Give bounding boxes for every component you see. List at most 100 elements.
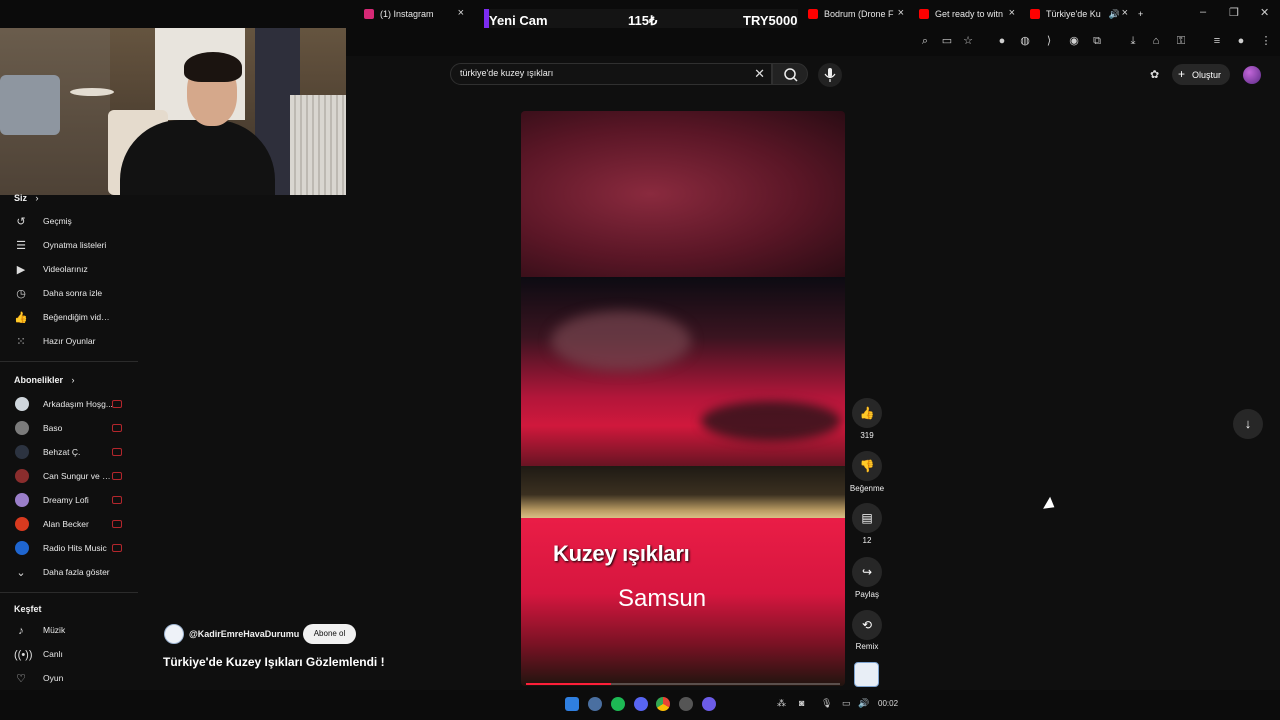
speaker-icon: 🔊 [1108, 8, 1120, 19]
menu-dots-icon[interactable]: ⋮ [1259, 34, 1273, 48]
new-tab-button[interactable]: + [1138, 4, 1150, 24]
channel-avatar [15, 445, 29, 459]
cast-settings-icon[interactable]: ✿ [1150, 68, 1159, 81]
volume-icon[interactable]: 🔊 [858, 698, 869, 709]
sidebar-item-watch-later[interactable]: ◷ Daha sonra izle [0, 283, 138, 305]
app-icon[interactable] [588, 697, 602, 711]
subscription-item[interactable]: Radio Hits Music [0, 538, 138, 560]
sidebar-item-games[interactable]: ⁙ Hazır Oyunlar [0, 331, 138, 353]
tab-instagram[interactable]: (1) Instagram × [364, 4, 464, 24]
like-count: 319 [860, 431, 874, 440]
sidebar-you-header[interactable]: Siz › [14, 193, 39, 203]
network-icon[interactable]: ▭ [842, 698, 851, 709]
tab-turkiye-kuzey[interactable]: Türkiye'de Ku 🔊 × [1030, 4, 1128, 24]
close-icon[interactable]: × [1122, 7, 1128, 19]
channel-avatar [15, 469, 29, 483]
sidebar-subscriptions-header[interactable]: Abonelikler › [14, 375, 75, 385]
arrow-down-icon: ↓ [1244, 416, 1252, 431]
bookmark-star-icon[interactable]: ☆ [961, 34, 975, 48]
profile-icon[interactable]: ● [1234, 34, 1248, 48]
extension-icon[interactable]: ◉ [1067, 34, 1081, 48]
subscription-item[interactable]: Behzat Ç. [0, 442, 138, 464]
sidebar-item-liked-videos[interactable]: 👍 Beğendiğim videolar [0, 307, 138, 329]
account-avatar[interactable] [1243, 66, 1261, 84]
subscription-item[interactable]: Alan Becker [0, 514, 138, 536]
share-button[interactable]: ↪ [852, 557, 882, 587]
youtube-icon [919, 9, 929, 19]
microphone-tray-icon[interactable]: 🎙 [821, 698, 832, 709]
search-input[interactable]: türkiye'de kuzey ışıkları [460, 68, 553, 78]
channel-thumbnail[interactable] [854, 662, 879, 687]
thumbs-up-icon: 👍 [859, 406, 875, 420]
close-icon[interactable]: × [898, 7, 904, 19]
cast-icon[interactable]: ▭ [940, 34, 954, 48]
shorts-video-player[interactable]: Kuzey ışıkları Samsun [521, 111, 845, 686]
dislike-button[interactable]: 👎 [852, 451, 882, 481]
dislike-label: Beğenme [849, 484, 885, 493]
video-cloud [701, 401, 841, 441]
search-button[interactable] [772, 63, 808, 85]
share-label: Paylaş [854, 590, 879, 599]
close-icon[interactable]: × [458, 7, 464, 19]
next-video-button[interactable]: ↓ [1233, 409, 1263, 439]
voice-search-button[interactable] [818, 63, 842, 87]
tab-get-ready[interactable]: Get ready to witn × [919, 4, 1015, 24]
close-icon[interactable]: × [1009, 7, 1015, 19]
spotify-icon[interactable] [611, 697, 625, 711]
channel-avatar[interactable] [164, 624, 184, 644]
watch-later-icon: ◷ [16, 288, 26, 300]
video-cloud [551, 311, 691, 371]
download-icon[interactable]: ⤓ [1126, 34, 1140, 48]
taskbar-clock[interactable]: 00:02 [878, 699, 898, 708]
tab-label: Get ready to witn [935, 9, 1004, 19]
reading-list-icon[interactable]: ≡ [1210, 34, 1224, 48]
subscribe-button[interactable]: Abone ol [303, 624, 356, 644]
search-box[interactable]: türkiye'de kuzey ışıkları ✕ [450, 63, 772, 85]
sidebar: Siz › ↺ Geçmiş ☰ Oynatma listeleri ▶ Vid… [0, 193, 138, 695]
create-button[interactable]: + Oluştur [1172, 64, 1230, 85]
show-more-button[interactable]: ⌄ Daha fazla göster [0, 562, 138, 584]
start-icon[interactable] [565, 697, 579, 711]
tray-icon[interactable]: ⁂ [777, 698, 786, 709]
extension-icon[interactable]: ⌂ [1149, 34, 1163, 48]
sidebar-item-playlists[interactable]: ☰ Oynatma listeleri [0, 235, 138, 257]
extension-icon[interactable]: ◍ [1018, 34, 1032, 48]
discord-tray-icon[interactable]: ◙ [799, 698, 804, 708]
puzzle-icon[interactable]: ⧉ [1090, 34, 1104, 48]
clear-search-icon[interactable]: ✕ [754, 66, 765, 82]
minimize-icon[interactable]: – [1200, 6, 1206, 18]
chrome-icon[interactable] [656, 697, 670, 711]
channel-avatar [15, 541, 29, 555]
subscription-item[interactable]: Dreamy Lofi [0, 490, 138, 512]
subscription-item[interactable]: Can Sungur ve M... [0, 466, 138, 488]
sidebar-item-your-videos[interactable]: ▶ Videolarınız [0, 259, 138, 281]
app-icon[interactable] [679, 697, 693, 711]
remix-button[interactable]: ⟲ [852, 610, 882, 640]
like-button[interactable]: 👍 [852, 398, 882, 428]
extension-badge-icon[interactable]: ● [995, 34, 1009, 48]
comments-button[interactable]: ▤ [852, 503, 882, 533]
zoom-icon[interactable]: ⌕ [918, 34, 932, 48]
discord-icon[interactable] [634, 697, 648, 711]
overlay-left-text: Yeni Cam [489, 13, 548, 28]
key-icon[interactable]: ⚿ [1174, 34, 1188, 48]
restore-icon[interactable]: ❐ [1229, 6, 1239, 19]
divider [0, 592, 138, 593]
video-progress-bar[interactable] [526, 683, 840, 685]
subscription-item[interactable]: Baso [0, 418, 138, 440]
sidebar-item-history[interactable]: ↺ Geçmiş [0, 211, 138, 233]
video-progress-fill [526, 683, 611, 685]
video-title[interactable]: Türkiye'de Kuzey Işıkları Gözlemlendi ! [163, 655, 385, 669]
channel-name[interactable]: @KadirEmreHavaDurumu [189, 629, 299, 639]
tab-label: (1) Instagram [380, 9, 434, 19]
tab-bodrum[interactable]: Bodrum (Drone F × [808, 4, 904, 24]
sidebar-item-gaming[interactable]: ♡ Oyun [0, 668, 138, 690]
app-icon[interactable] [702, 697, 716, 711]
sidebar-item-music[interactable]: ♪ Müzik [0, 620, 138, 642]
extension-icon[interactable]: ⟩ [1042, 34, 1056, 48]
subscription-item[interactable]: Arkadaşım Hoşg... [0, 394, 138, 416]
sidebar-item-live[interactable]: ((•)) Canlı [0, 644, 138, 666]
youtube-icon [808, 9, 818, 19]
window-close-icon[interactable]: ✕ [1260, 6, 1269, 19]
create-label: Oluştur [1192, 70, 1222, 80]
